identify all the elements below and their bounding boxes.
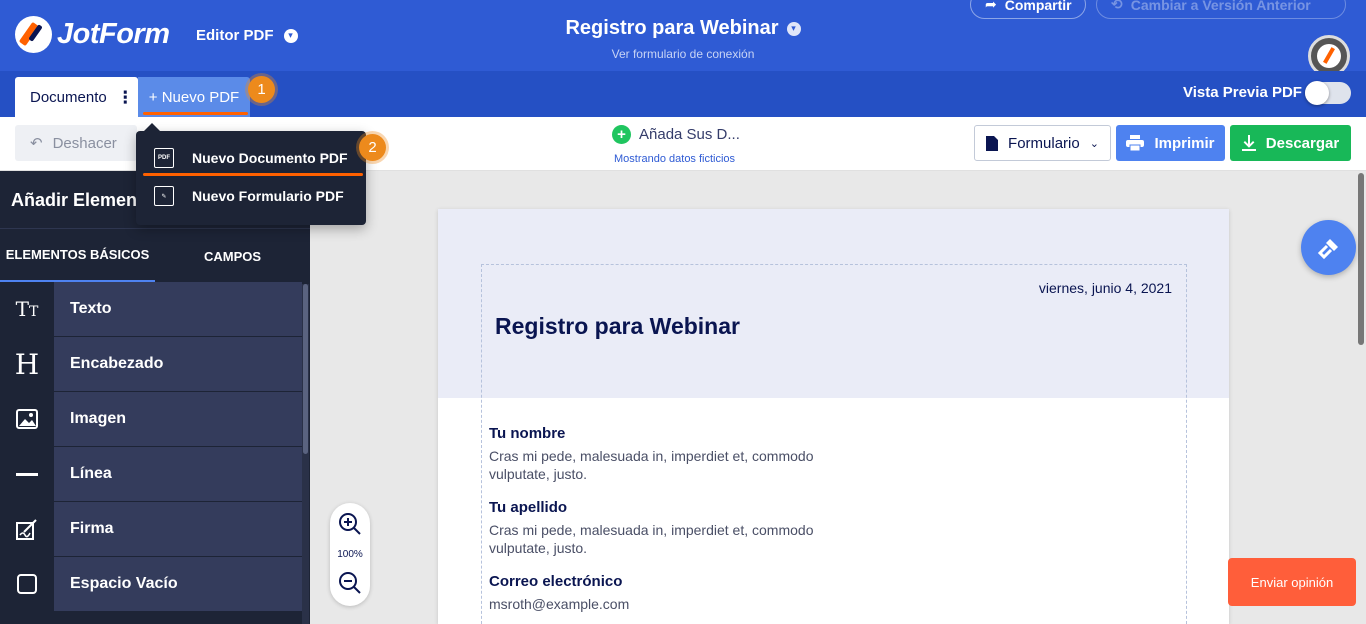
top-header: JotForm Editor PDF ▾ Registro para Webin… [0,0,1366,77]
sidebar-item-image[interactable]: Imagen [0,392,302,447]
heading-icon: H [0,337,54,391]
tab-basic-elements[interactable]: ELEMENTOS BÁSICOS [0,229,155,283]
pdf-preview-label: Vista Previa PDF [1183,84,1302,101]
undo-button[interactable]: ↶ Deshacer [15,125,137,161]
menu-item-new-document-pdf[interactable]: PDF Nuevo Documento PDF [136,139,366,177]
jotform-logo[interactable]: JotForm [15,16,170,53]
sidebar-item-label: Texto [54,282,302,336]
highlight-underline [143,173,363,176]
paint-roller-icon [1317,238,1338,259]
sidebar-item-label: Espacio Vacío [54,557,302,611]
field-email[interactable]: Correo electrónico msroth@example.com [489,573,839,613]
more-options-icon[interactable]: ⋮ [117,89,134,106]
jotform-logo-icon [15,16,52,53]
old-version-button[interactable]: ⟲ Cambiar a Versión Anterior [1096,0,1346,19]
highlight-underline [143,112,248,115]
zoom-out-icon[interactable] [338,571,362,595]
download-label: Descargar [1265,134,1340,152]
field-question: Tu nombre [489,425,566,442]
menu-item-new-form-pdf[interactable]: ✎ Nuevo Formulario PDF [136,177,366,215]
sidebar-item-label: Encabezado [54,337,302,391]
menu-item-label: Nuevo Formulario PDF [192,188,344,204]
page-date: viernes, junio 4, 2021 [1038,280,1172,296]
send-feedback-button[interactable]: Enviar opinión [1228,558,1356,606]
page-title[interactable]: Registro para Webinar [495,313,740,340]
editor-label: Editor PDF [196,27,274,44]
field-last-name[interactable]: Tu apellido Cras mi pede, malesuada in, … [489,499,839,557]
zoom-in-icon[interactable] [338,512,362,536]
document-icon [986,135,999,151]
tab-document[interactable]: Documento ⋮ [15,77,138,117]
zoom-level: 100% [337,549,363,560]
form-select[interactable]: Formulario ⌄ [974,125,1111,161]
empty-space-icon [0,557,54,611]
line-icon [0,447,54,501]
print-button[interactable]: Imprimir [1116,125,1225,161]
field-answer: Cras mi pede, malesuada in, imperdiet et… [489,522,814,556]
field-first-name[interactable]: Tu nombre Cras mi pede, malesuada in, im… [489,425,839,483]
share-icon: ➦ [985,0,997,12]
chevron-down-icon: ⌄ [1089,137,1099,150]
menu-item-label: Nuevo Documento PDF [192,150,348,166]
field-answer: msroth@example.com [489,596,630,612]
document-tabs-bar: Documento ⋮ + Nuevo PDF [0,71,1366,117]
zoom-control: 100% [330,503,370,606]
field-answer: Cras mi pede, malesuada in, imperdiet et… [489,448,814,482]
download-icon [1241,135,1256,151]
sidebar-item-label: Firma [54,502,302,556]
tab-fields[interactable]: CAMPOS [155,229,310,283]
design-tools-button[interactable] [1301,220,1356,275]
form-title-menu[interactable]: Registro para Webinar ▾ [565,17,801,40]
pdf-page: viernes, junio 4, 2021 Registro para Web… [438,209,1229,624]
chevron-down-icon: ▾ [786,21,801,36]
sidebar-item-empty-space[interactable]: Espacio Vacío [0,557,302,612]
new-pdf-button[interactable]: + Nuevo PDF [138,77,250,117]
share-label: Compartir [1004,0,1072,13]
sidebar-item-signature[interactable]: Firma [0,502,302,557]
sidebar-tabs: ELEMENTOS BÁSICOS CAMPOS [0,228,310,283]
image-icon [0,392,54,446]
share-button[interactable]: ➦ Compartir [970,0,1086,19]
sidebar-item-heading[interactable]: H Encabezado [0,337,302,392]
old-version-icon: ⟲ [1111,0,1123,12]
form-title-block: Registro para Webinar ▾ Ver formulario d… [520,17,846,61]
signature-icon [0,502,54,556]
field-question: Tu apellido [489,499,568,516]
sidebar-item-label: Imagen [54,392,302,446]
pdf-document-icon: PDF [154,148,174,168]
sidebar-item-line[interactable]: Línea [0,447,302,502]
add-data-block: + Añada Sus D... Mostrando datos fictici… [612,125,740,165]
new-pdf-dropdown: PDF Nuevo Documento PDF ✎ Nuevo Formular… [136,123,366,225]
add-elements-sidebar: Añadir Elementos ELEMENTOS BÁSICOS CAMPO… [0,171,310,624]
form-edit-icon: ✎ [154,186,174,206]
editor-menu[interactable]: Editor PDF ▾ [196,27,298,44]
add-data-label: Añada Sus D... [639,126,740,143]
canvas-scrollbar[interactable] [1357,171,1366,624]
fake-data-note[interactable]: Mostrando datos ficticios [614,153,740,165]
printer-icon [1126,135,1145,151]
sidebar-item-label: Línea [54,447,302,501]
text-icon: TT [0,282,54,336]
undo-label: Deshacer [52,134,117,152]
callout-badge-1: 1 [248,76,275,103]
elements-list: TT Texto H Encabezado Imagen Línea Firma… [0,282,302,612]
form-title: Registro para Webinar [565,17,779,39]
tab-document-label: Documento [30,88,107,106]
print-label: Imprimir [1154,134,1215,152]
old-version-label: Cambiar a Versión Anterior [1130,0,1311,13]
pdf-preview-toggle[interactable] [1305,81,1351,105]
chevron-down-icon: ▾ [283,28,298,43]
plus-circle-icon: + [612,125,631,144]
add-data-button[interactable]: + Añada Sus D... [612,125,740,144]
download-button[interactable]: Descargar [1230,125,1351,161]
sidebar-scrollbar[interactable] [302,284,309,624]
callout-badge-2: 2 [359,134,386,161]
undo-icon: ↶ [30,135,43,152]
brand-name: JotForm [57,18,170,50]
sidebar-item-text[interactable]: TT Texto [0,282,302,337]
view-form-link[interactable]: Ver formulario de conexión [520,47,846,61]
form-select-label: Formulario [1008,134,1080,152]
field-question: Correo electrónico [489,573,623,590]
